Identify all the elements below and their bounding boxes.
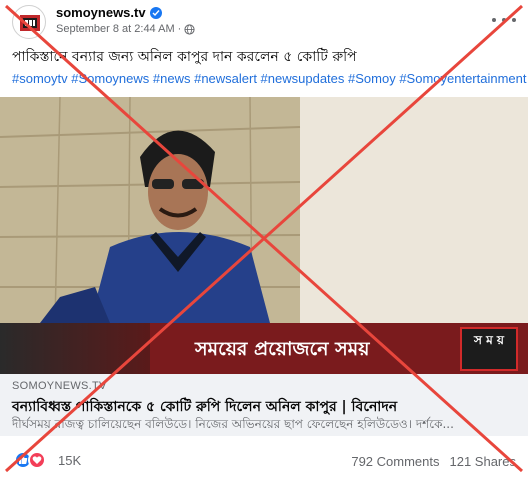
post-meta: September 8 at 2:44 AM ·	[56, 23, 195, 35]
love-reaction-icon	[28, 451, 46, 469]
post-footer: 15K 792 Comments 121 Shares	[0, 448, 528, 472]
verified-badge-icon	[149, 6, 162, 19]
post-timestamp[interactable]: September 8 at 2:44 AM	[56, 23, 175, 35]
banner-text: সময়ের প্রয়োজনে সময়	[195, 338, 370, 360]
reaction-count[interactable]: 15K	[58, 453, 81, 468]
shares-count[interactable]: 121 Shares	[450, 454, 517, 469]
page-name-link[interactable]: somoynews.tv	[56, 5, 162, 20]
image-banner: সময়ের প্রয়োজনে সময় স ম য়	[0, 323, 528, 374]
globe-icon	[184, 23, 195, 35]
post-header: somoynews.tv September 8 at 2:44 AM ·	[0, 0, 528, 40]
meta-separator: ·	[177, 23, 182, 35]
reactions-summary[interactable]: 15K	[14, 451, 81, 469]
link-preview[interactable]: SOMOYNEWS.TV বন্যাবিধ্বস্ত পাকিস্তানকে ৫…	[0, 374, 528, 436]
logo-text: স ম য়	[473, 333, 504, 347]
link-domain: SOMOYNEWS.TV	[12, 380, 107, 392]
somoy-logo-icon	[20, 15, 40, 31]
somoy-tv-logo: স ম য়	[460, 327, 518, 371]
post-hashtags[interactable]: #somoytv #Somoynews #news #newsalert #ne…	[12, 71, 527, 86]
page-name[interactable]: somoynews.tv	[56, 5, 146, 20]
post-image[interactable]: সময়ের প্রয়োজনে সময় স ম য়	[0, 97, 528, 374]
actor-photo	[0, 97, 528, 324]
page-avatar[interactable]	[12, 5, 46, 39]
link-description: দীর্ঘসময় রাজত্ব চালিয়েছেন বলিউডে। নিজে…	[12, 417, 454, 431]
more-options-icon[interactable]	[492, 10, 516, 30]
post-caption: পাকিস্তানে বন্যার জন্য অনিল কাপুর দান কর…	[12, 49, 357, 65]
engagement-stats: 792 Comments 121 Shares	[351, 454, 516, 469]
comments-count[interactable]: 792 Comments	[351, 454, 439, 469]
